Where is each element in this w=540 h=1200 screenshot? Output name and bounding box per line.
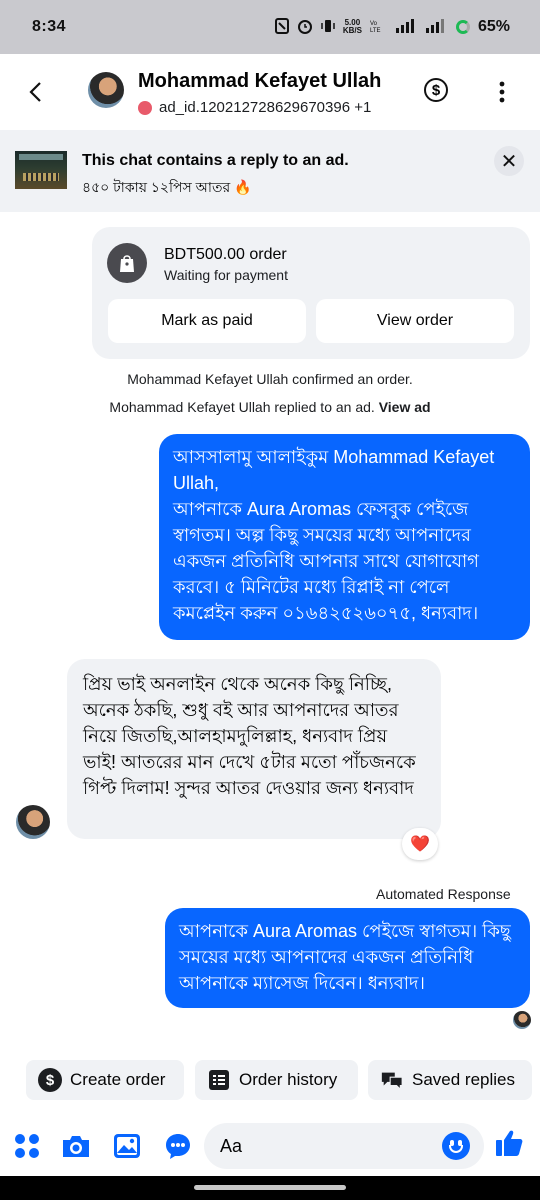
message-text: আসসালামু আলাইকুম Mohammad Kefayet Ullah,… bbox=[173, 447, 495, 623]
camera-icon bbox=[63, 1136, 89, 1157]
signal-icon-1 bbox=[395, 18, 418, 36]
message-input-box[interactable] bbox=[204, 1123, 484, 1169]
camera-button[interactable] bbox=[61, 1131, 91, 1161]
quick-reply-button[interactable] bbox=[163, 1131, 193, 1161]
seen-receipt-avatar bbox=[513, 1011, 531, 1029]
home-gesture-handle[interactable] bbox=[194, 1185, 346, 1190]
smiley-icon bbox=[449, 1145, 463, 1153]
svg-text:Vo: Vo bbox=[370, 21, 378, 27]
contact-name: Mohammad Kefayet Ullah bbox=[138, 70, 382, 92]
close-banner-button[interactable]: ✕ bbox=[494, 146, 524, 176]
ad-banner-subtitle: ৪৫০ টাকায় ১২পিস আতর 🔥 bbox=[82, 179, 252, 195]
order-history-label: Order history bbox=[239, 1070, 338, 1089]
ad-banner-title: This chat contains a reply to an ad. bbox=[82, 152, 349, 169]
automated-response-label: Automated Response bbox=[376, 886, 511, 902]
create-order-label: Create order bbox=[70, 1070, 166, 1089]
svg-text:LTE: LTE bbox=[370, 28, 381, 33]
order-history-button[interactable]: Order history bbox=[195, 1060, 358, 1100]
vibrate-icon bbox=[321, 18, 335, 37]
thumbs-up-icon bbox=[496, 1130, 523, 1156]
incoming-message[interactable]: প্রিয় ভাই অনলাইন থেকে অনেক কিছু নিচ্ছি,… bbox=[67, 659, 441, 839]
view-ad-link[interactable]: View ad bbox=[379, 399, 431, 415]
order-card: BDT500.00 order Waiting for payment Mark… bbox=[92, 227, 530, 359]
system-message-ad-reply: Mohammad Kefayet Ullah replied to an ad.… bbox=[0, 399, 540, 415]
create-order-button[interactable]: $ Create order bbox=[26, 1060, 184, 1100]
close-icon: ✕ bbox=[500, 150, 518, 173]
system-message-ad-reply-text: Mohammad Kefayet Ullah replied to an ad. bbox=[109, 399, 375, 415]
image-icon bbox=[114, 1134, 140, 1158]
chat-dots-icon bbox=[166, 1134, 190, 1159]
ad-thumbnail bbox=[15, 151, 67, 189]
dollar-circle-icon: $ bbox=[431, 81, 441, 99]
emoji-button[interactable] bbox=[442, 1132, 470, 1160]
chevron-left-icon bbox=[29, 82, 41, 102]
net-speed: 5.00 KB/S bbox=[343, 19, 362, 35]
status-bar: 8:34 5.00 KB/S Vo LTE 65% bbox=[0, 0, 540, 54]
back-button[interactable] bbox=[0, 54, 70, 130]
battery-level: 65% bbox=[477, 18, 510, 35]
message-text: আপনাকে Aura Aromas পেইজে স্বাগতম। কিছু স… bbox=[179, 921, 511, 993]
view-order-button[interactable]: View order bbox=[316, 299, 514, 343]
battery-icon bbox=[455, 20, 470, 34]
sender-avatar bbox=[16, 805, 50, 839]
order-amount: BDT500.00 order bbox=[164, 246, 287, 263]
gallery-button[interactable] bbox=[112, 1131, 142, 1161]
menu-grid-button[interactable] bbox=[12, 1131, 42, 1161]
status-time: 8:34 bbox=[32, 18, 67, 35]
ad-thumbnail-products bbox=[23, 173, 59, 181]
ad-thumbnail-banner bbox=[19, 154, 63, 160]
order-status: Waiting for payment bbox=[164, 267, 288, 283]
contact-info[interactable]: Mohammad Kefayet Ullah ad_id.12021272862… bbox=[138, 70, 381, 116]
mark-as-paid-button[interactable]: Mark as paid bbox=[108, 299, 306, 343]
message-text: প্রিয় ভাই অনলাইন থেকে অনেক কিছু নিচ্ছি,… bbox=[83, 674, 416, 798]
chat-header: Mohammad Kefayet Ullah ad_id.12021272862… bbox=[0, 54, 540, 130]
message-composer bbox=[0, 1116, 540, 1176]
outgoing-message[interactable]: আসসালামু আলাইকুম Mohammad Kefayet Ullah,… bbox=[159, 434, 530, 640]
ad-reply-banner[interactable]: This chat contains a reply to an ad. ৪৫০… bbox=[0, 130, 540, 212]
chat-bubbles-icon bbox=[380, 1068, 404, 1092]
net-speed-unit: KB/S bbox=[342, 26, 362, 35]
heart-icon: ❤️ bbox=[410, 836, 430, 853]
saved-replies-label: Saved replies bbox=[412, 1070, 516, 1089]
ad-status-dot bbox=[138, 100, 152, 115]
payment-button[interactable]: $ bbox=[424, 78, 448, 102]
volte-icon: Vo LTE bbox=[370, 19, 388, 36]
dollar-icon: $ bbox=[38, 1068, 62, 1092]
alarm-icon bbox=[297, 18, 313, 37]
system-nav-bar bbox=[0, 1176, 540, 1200]
more-options-button[interactable] bbox=[496, 80, 508, 104]
nfc-icon bbox=[274, 17, 289, 37]
shopping-bag-icon bbox=[107, 243, 147, 283]
signal-icon-2 bbox=[425, 18, 448, 36]
status-icons: 5.00 KB/S Vo LTE 65% bbox=[274, 17, 510, 37]
system-message-confirmed: Mohammad Kefayet Ullah confirmed an orde… bbox=[127, 371, 413, 387]
vertical-dots-icon bbox=[499, 81, 505, 103]
list-icon bbox=[207, 1068, 231, 1092]
ad-id-text: ad_id.120212728629670396 +1 bbox=[159, 99, 372, 116]
saved-replies-button[interactable]: Saved replies bbox=[368, 1060, 532, 1100]
ad-id-line: ad_id.120212728629670396 +1 bbox=[138, 99, 381, 116]
message-input[interactable] bbox=[220, 1133, 440, 1159]
grid-dots-icon bbox=[15, 1134, 39, 1158]
like-button[interactable] bbox=[494, 1128, 524, 1158]
heart-reaction[interactable]: ❤️ bbox=[402, 828, 438, 860]
contact-avatar[interactable] bbox=[88, 72, 124, 108]
outgoing-message-automated[interactable]: আপনাকে Aura Aromas পেইজে স্বাগতম। কিছু স… bbox=[165, 908, 530, 1008]
